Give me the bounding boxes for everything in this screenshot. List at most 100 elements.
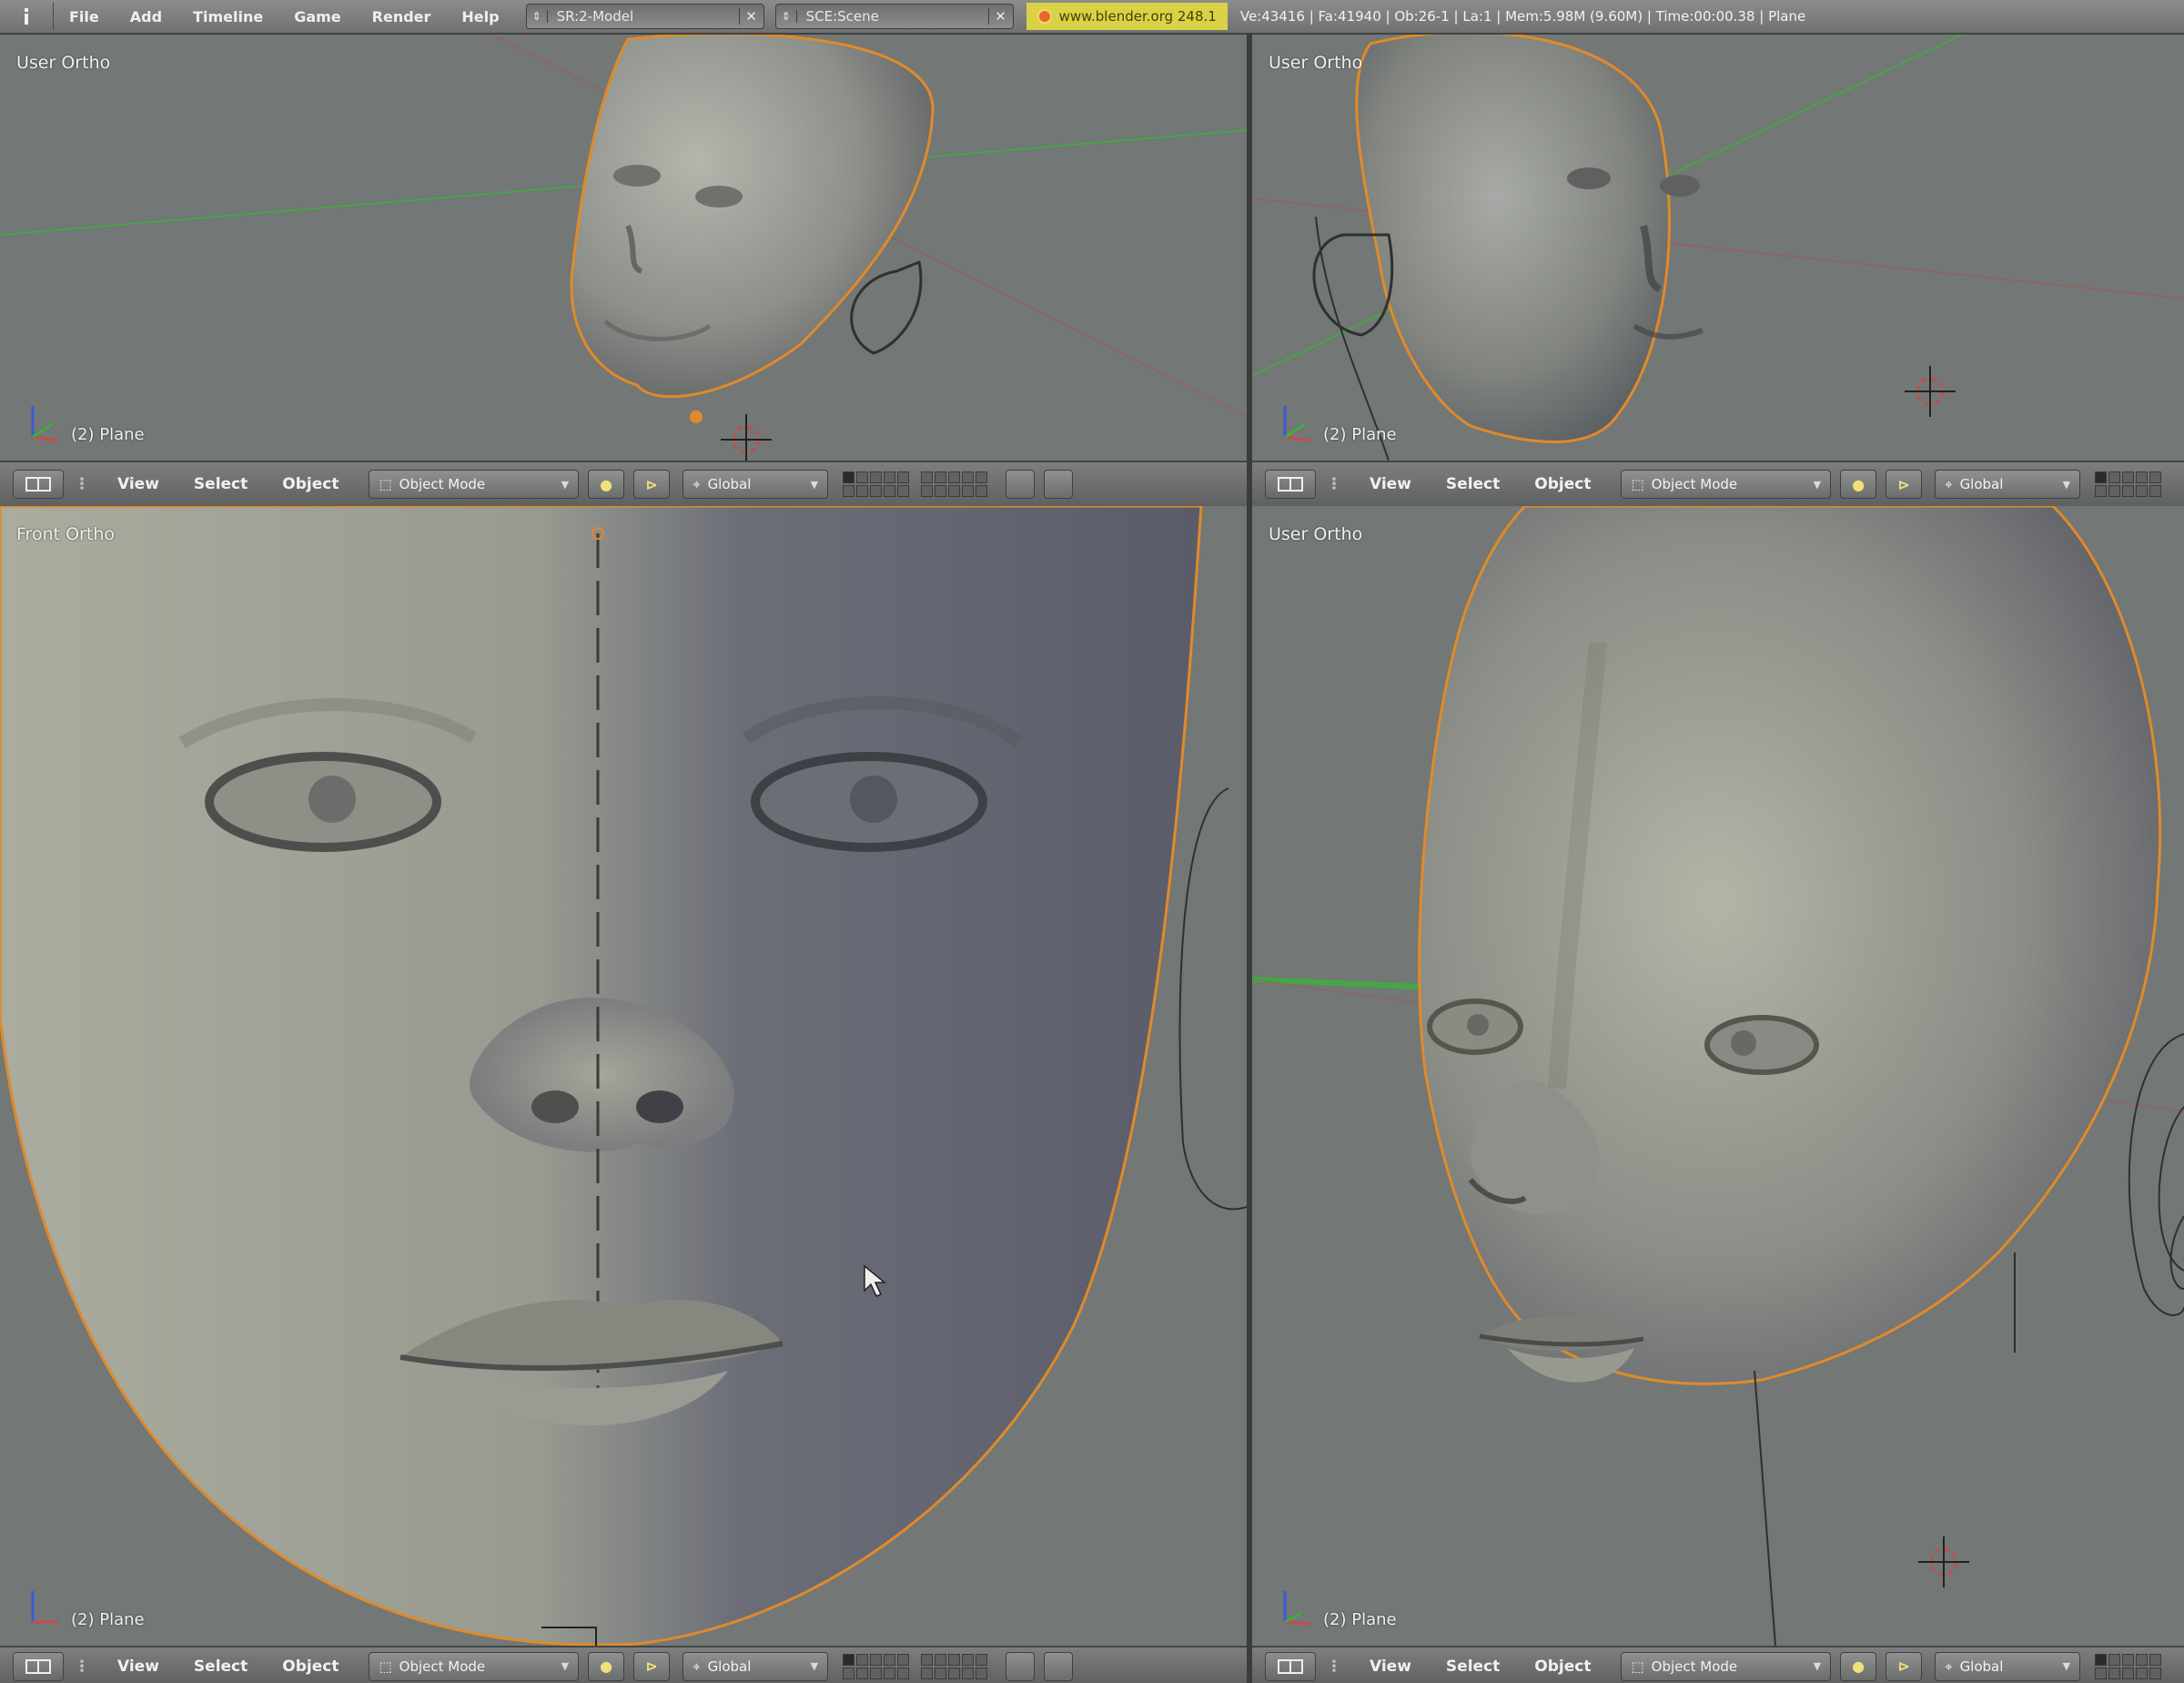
- viewport-bottom-right[interactable]: User Ortho (2) Plane: [1252, 506, 2184, 1646]
- draw-type-button[interactable]: ●: [1840, 1651, 1877, 1681]
- 3d-cursor[interactable]: [1905, 366, 1956, 417]
- render-preview-button[interactable]: [1044, 470, 1074, 499]
- viewport-scene: [1252, 506, 2184, 1646]
- menu-view[interactable]: View: [1352, 1658, 1429, 1676]
- layer-buttons[interactable]: [2095, 471, 2170, 497]
- menu-game[interactable]: Game: [278, 8, 356, 25]
- viewport-top-left[interactable]: User Ortho (2) Plane: [0, 35, 1247, 461]
- editor-type-button[interactable]: [13, 470, 64, 499]
- chevron-down-icon: ▼: [2062, 478, 2071, 491]
- blender-window: File Add Timeline Game Render Help ⇕ SR:…: [0, 0, 2184, 1683]
- pivot-button[interactable]: ⊳: [633, 1651, 671, 1681]
- object-mode-icon: ⬚: [379, 1658, 392, 1675]
- menu-select[interactable]: Select: [1429, 1658, 1517, 1676]
- mode-dropdown[interactable]: ⬚ Object Mode ▼: [1621, 470, 1832, 499]
- object-mode-icon: ⬚: [1631, 1658, 1644, 1675]
- head-model[interactable]: [1418, 506, 2162, 1385]
- active-object-label: (2) Plane: [71, 425, 145, 444]
- editor-type-button[interactable]: [13, 1651, 64, 1681]
- collapse-menus-icon[interactable]: ⋮: [64, 1658, 100, 1676]
- chevron-down-icon: ▼: [1813, 1660, 1822, 1672]
- screen-selector[interactable]: ⇕ SR:2-Model ✕: [525, 4, 764, 29]
- viewport-top-right[interactable]: User Ortho (2) Plane: [1252, 35, 2184, 461]
- editor-type-button[interactable]: [1265, 1651, 1316, 1681]
- 3d-view-editor-icon: [25, 1658, 51, 1674]
- close-icon[interactable]: ✕: [738, 8, 763, 25]
- menu-select[interactable]: Select: [177, 1658, 265, 1676]
- up-down-arrow-icon[interactable]: ⇕: [776, 10, 797, 23]
- axis-gizmo-icon: [31, 406, 59, 442]
- pivot-point-icon: ⊳: [645, 475, 658, 493]
- mode-dropdown[interactable]: ⬚ Object Mode ▼: [1621, 1651, 1832, 1681]
- head-model[interactable]: [1355, 35, 1671, 443]
- layer-buttons[interactable]: [843, 471, 996, 497]
- orientation-dropdown[interactable]: ⌖ Global ▼: [682, 1651, 829, 1681]
- transform-orientation-icon: ⌖: [1945, 1658, 1953, 1675]
- active-object-label: (2) Plane: [71, 1610, 145, 1629]
- orientation-dropdown[interactable]: ⌖ Global ▼: [1935, 1651, 2081, 1681]
- menu-add[interactable]: Add: [115, 8, 177, 25]
- screen-name[interactable]: SR:2-Model: [548, 8, 739, 25]
- layer-buttons[interactable]: [843, 1653, 996, 1679]
- menu-object[interactable]: Object: [265, 1658, 356, 1676]
- render-preview-button[interactable]: [1044, 1651, 1074, 1681]
- blender-url-badge[interactable]: www.blender.org 248.1: [1026, 3, 1228, 30]
- editor-type-button[interactable]: [0, 3, 54, 30]
- mode-value: Object Mode: [399, 476, 486, 492]
- pivot-button[interactable]: ⊳: [1886, 1651, 1923, 1681]
- info-header: File Add Timeline Game Render Help ⇕ SR:…: [0, 0, 2184, 35]
- menu-view[interactable]: View: [100, 1658, 177, 1676]
- menu-object[interactable]: Object: [1517, 475, 1608, 493]
- 3d-view-header: ⋮ View Select Object ⬚ Object Mode ▼ ● ⊳…: [1252, 1646, 2184, 1683]
- layer-buttons[interactable]: [2095, 1653, 2170, 1679]
- menu-object[interactable]: Object: [265, 475, 356, 493]
- sphere-icon: ●: [1852, 475, 1866, 493]
- scene-selector[interactable]: ⇕ SCE:Scene ✕: [774, 4, 1014, 29]
- mode-value: Object Mode: [1651, 1658, 1738, 1675]
- pivot-point-icon: ⊳: [1897, 475, 1910, 493]
- head-model[interactable]: [570, 35, 935, 399]
- draw-type-button[interactable]: ●: [1840, 470, 1877, 499]
- view-name: Front Ortho: [16, 524, 115, 544]
- mode-dropdown[interactable]: ⬚ Object Mode ▼: [369, 470, 580, 499]
- eye-right: [695, 186, 743, 208]
- url-text: www.blender.org 248.1: [1058, 8, 1217, 25]
- up-down-arrow-icon[interactable]: ⇕: [527, 10, 548, 23]
- 3d-cursor[interactable]: [721, 414, 772, 461]
- orientation-dropdown[interactable]: ⌖ Global ▼: [1935, 470, 2081, 499]
- viewport-bottom-left[interactable]: Front Ortho (2) Plane: [0, 506, 1247, 1646]
- info-editor-icon: [25, 8, 28, 25]
- menu-select[interactable]: Select: [1429, 475, 1517, 493]
- 3d-view-header: ⋮ View Select Object ⬚ Object Mode ▼ ● ⊳…: [0, 461, 1247, 506]
- menu-file[interactable]: File: [54, 8, 115, 25]
- lock-layers-button[interactable]: [1006, 1651, 1036, 1681]
- lock-layers-button[interactable]: [1006, 470, 1036, 499]
- editor-type-button[interactable]: [1265, 470, 1316, 499]
- collapse-menus-icon[interactable]: ⋮: [1316, 475, 1352, 493]
- viewport-scene: [0, 35, 1247, 461]
- 3d-view-editor-icon: [25, 477, 51, 492]
- collapse-menus-icon[interactable]: ⋮: [1316, 1658, 1352, 1676]
- object-mode-icon: ⬚: [1631, 476, 1644, 492]
- view-name: User Ortho: [1269, 524, 1363, 544]
- eye-left: [613, 165, 661, 187]
- collapse-menus-icon[interactable]: ⋮: [64, 475, 100, 493]
- pivot-button[interactable]: ⊳: [1886, 470, 1923, 499]
- menu-select[interactable]: Select: [177, 475, 265, 493]
- menu-help[interactable]: Help: [446, 8, 514, 25]
- mode-value: Object Mode: [399, 1658, 486, 1675]
- close-icon[interactable]: ✕: [987, 8, 1013, 25]
- pivot-button[interactable]: ⊳: [633, 470, 671, 499]
- draw-type-button[interactable]: ●: [588, 1651, 625, 1681]
- menu-object[interactable]: Object: [1517, 1658, 1608, 1676]
- menu-timeline[interactable]: Timeline: [177, 8, 278, 25]
- scene-name[interactable]: SCE:Scene: [797, 8, 988, 25]
- sphere-icon: ●: [1852, 1658, 1866, 1675]
- menu-view[interactable]: View: [1352, 475, 1429, 493]
- orientation-dropdown[interactable]: ⌖ Global ▼: [682, 470, 829, 499]
- 3d-cursor[interactable]: [1918, 1536, 1969, 1587]
- draw-type-button[interactable]: ●: [588, 470, 625, 499]
- mode-dropdown[interactable]: ⬚ Object Mode ▼: [369, 1651, 580, 1681]
- menu-view[interactable]: View: [100, 475, 177, 493]
- menu-render[interactable]: Render: [357, 8, 447, 25]
